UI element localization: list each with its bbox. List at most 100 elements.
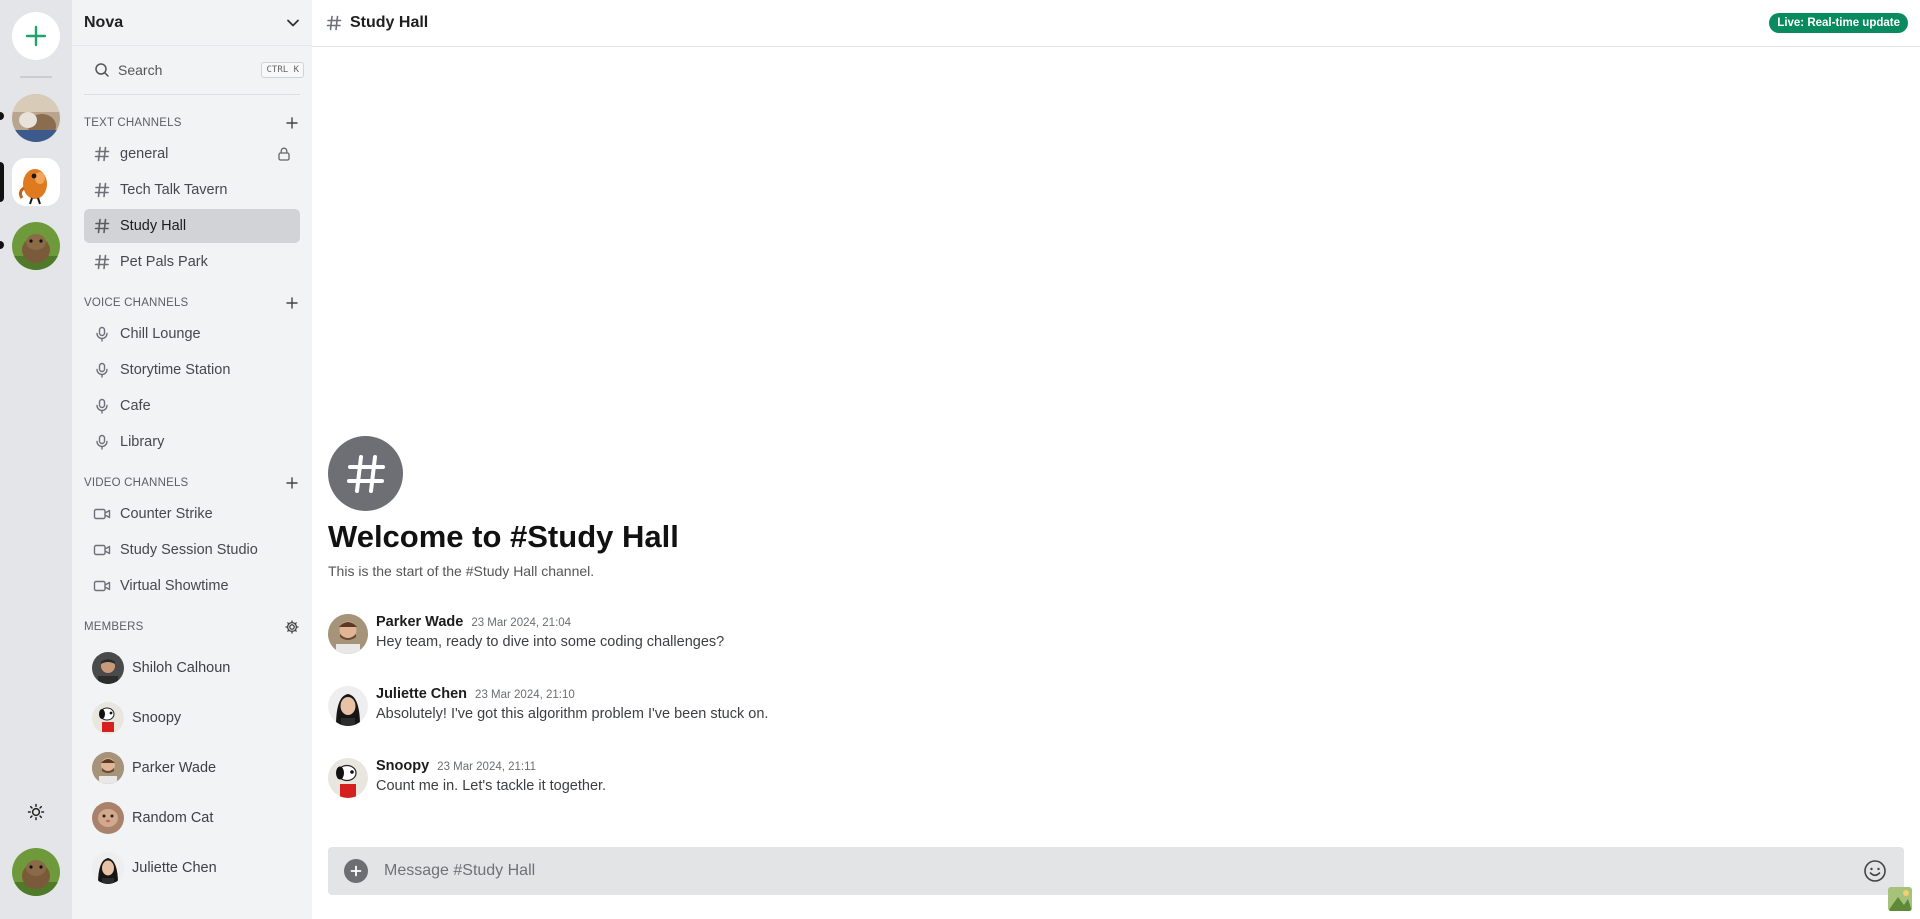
rail-divider [20, 76, 52, 78]
microphone-icon [92, 396, 112, 416]
plus-icon [286, 117, 298, 129]
message-timestamp: 23 Mar 2024, 21:10 [475, 689, 575, 701]
gear-icon [285, 620, 299, 634]
avatar [92, 652, 124, 684]
message-author[interactable]: Juliette Chen [376, 686, 467, 702]
channel-title: Study Hall [350, 14, 429, 31]
channel-label: Virtual Showtime [120, 578, 229, 594]
member-item[interactable]: Shiloh Calhoun [84, 643, 300, 693]
welcome-subtitle: This is the start of the #Study Hall cha… [328, 563, 595, 579]
welcome-title: Welcome to #Study Hall [328, 519, 679, 554]
search-shortcut: CTRL K [261, 62, 304, 78]
search-icon [95, 63, 109, 77]
attach-button[interactable] [344, 859, 368, 883]
server-unread-indicator [0, 241, 4, 249]
message-text: Hey team, ready to dive into some coding… [376, 634, 725, 650]
server-name: Nova [84, 13, 124, 31]
channel-tech-talk-tavern[interactable]: Tech Talk Tavern [84, 173, 300, 207]
avatar [92, 802, 124, 834]
voice-channels-title: VOICE CHANNELS [84, 297, 189, 309]
channel-pet-pals-park[interactable]: Pet Pals Park [84, 245, 300, 279]
channel-virtual-showtime[interactable]: Virtual Showtime [84, 569, 300, 603]
divider [84, 94, 300, 95]
video-camera-icon [92, 576, 112, 596]
member-item[interactable]: Juliette Chen [84, 843, 300, 893]
chat-main: Study Hall Live: Real-time update Welcom… [312, 0, 1920, 919]
channel-chill-lounge[interactable]: Chill Lounge [84, 317, 300, 351]
channel-general[interactable]: general [84, 137, 300, 171]
hashtag-icon [328, 436, 403, 511]
member-item[interactable]: Snoopy [84, 693, 300, 743]
user-avatar-button[interactable] [12, 848, 60, 896]
search-button[interactable]: Search CTRL K [88, 58, 304, 82]
channel-label: general [120, 146, 169, 162]
hashtag-icon [92, 216, 112, 236]
server-icon-3[interactable] [12, 222, 60, 270]
add-video-channel-button[interactable] [284, 475, 300, 491]
channel-storytime-station[interactable]: Storytime Station [84, 353, 300, 387]
channel-counter-strike[interactable]: Counter Strike [84, 497, 300, 531]
lock-icon [276, 146, 292, 167]
message-input[interactable] [384, 862, 1862, 880]
member-item[interactable]: Random Cat [84, 793, 300, 843]
avatar[interactable] [328, 686, 368, 726]
channel-library[interactable]: Library [84, 425, 300, 459]
message: Parker Wade 23 Mar 2024, 21:04 Hey team,… [328, 614, 1888, 686]
text-channels-header: TEXT CHANNELS [72, 111, 312, 135]
manage-members-button[interactable] [284, 619, 300, 635]
add-text-channel-button[interactable] [284, 115, 300, 131]
voice-channels-header: VOICE CHANNELS [72, 291, 312, 315]
message-list: Parker Wade 23 Mar 2024, 21:04 Hey team,… [328, 614, 1888, 830]
members-title: MEMBERS [84, 621, 144, 633]
channel-welcome: Welcome to #Study Hall This is the start… [328, 436, 679, 579]
channel-label: Storytime Station [120, 362, 231, 378]
hashtag-icon [326, 15, 342, 31]
message-author[interactable]: Snoopy [376, 758, 429, 774]
avatar[interactable] [328, 758, 368, 798]
members-header: MEMBERS [72, 615, 312, 639]
sun-icon [27, 803, 45, 821]
channel-label: Chill Lounge [120, 326, 201, 342]
hashtag-icon [92, 252, 112, 272]
plus-icon [350, 865, 362, 877]
microphone-icon [92, 432, 112, 452]
plus-icon [286, 297, 298, 309]
members-list: Shiloh Calhoun Snoopy Parker Wade Random… [72, 643, 312, 893]
channel-cafe[interactable]: Cafe [84, 389, 300, 423]
member-name: Shiloh Calhoun [132, 660, 231, 676]
server-icon-1[interactable] [12, 94, 60, 142]
message: Juliette Chen 23 Mar 2024, 21:10 Absolut… [328, 686, 1888, 758]
video-camera-icon [92, 504, 112, 524]
channel-sidebar: Nova Search CTRL K TEXT CHANNELS general… [72, 0, 312, 919]
channel-header: Study Hall Live: Real-time update [312, 0, 1920, 47]
microphone-icon [92, 324, 112, 344]
avatar [92, 852, 124, 884]
member-item[interactable]: Parker Wade [84, 743, 300, 793]
avatar[interactable] [328, 614, 368, 654]
channel-study-hall[interactable]: Study Hall [84, 209, 300, 243]
video-channels-header: VIDEO CHANNELS [72, 471, 312, 495]
channel-label: Tech Talk Tavern [120, 182, 228, 198]
hashtag-icon [92, 144, 112, 164]
theme-toggle-button[interactable] [24, 800, 48, 824]
emoji-picker-button[interactable] [1862, 858, 1888, 884]
search-label: Search [118, 62, 163, 78]
live-status-badge: Live: Real-time update [1769, 13, 1908, 33]
avatar [92, 752, 124, 784]
plus-icon [286, 477, 298, 489]
corner-thumbnail [1888, 887, 1912, 911]
channel-label: Library [120, 434, 165, 450]
server-header[interactable]: Nova [72, 0, 312, 46]
channel-study-session-studio[interactable]: Study Session Studio [84, 533, 300, 567]
member-name: Juliette Chen [132, 860, 217, 876]
member-name: Snoopy [132, 710, 182, 726]
message-text: Count me in. Let's tackle it together. [376, 778, 607, 794]
add-server-button[interactable] [12, 12, 60, 60]
add-voice-channel-button[interactable] [284, 295, 300, 311]
server-icon-2[interactable] [12, 158, 60, 206]
plus-icon [25, 25, 47, 47]
avatar [92, 702, 124, 734]
text-channels-title: TEXT CHANNELS [84, 117, 182, 129]
message-author[interactable]: Parker Wade [376, 614, 463, 630]
message: Snoopy 23 Mar 2024, 21:11 Count me in. L… [328, 758, 1888, 830]
